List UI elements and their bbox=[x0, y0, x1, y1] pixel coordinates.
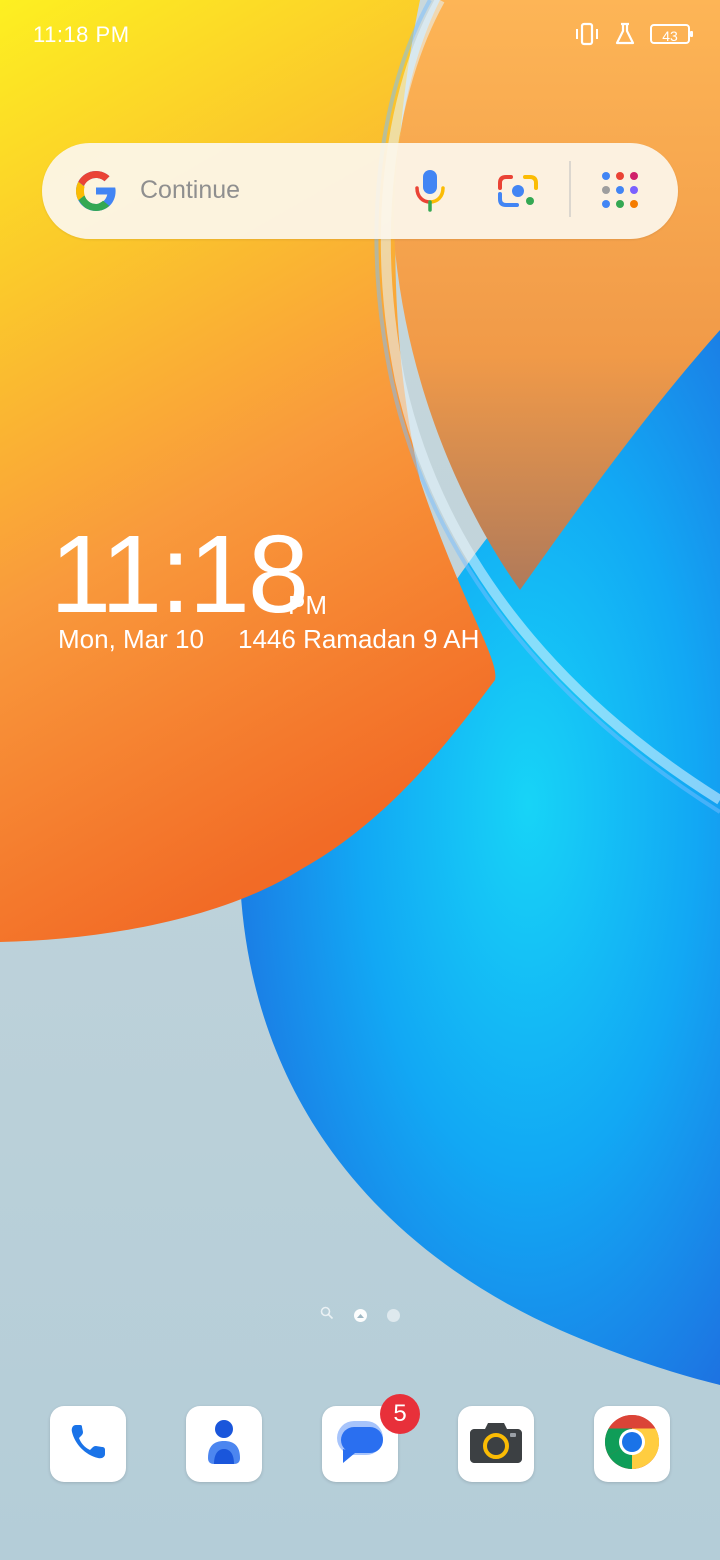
dock-app-phone[interactable] bbox=[50, 1406, 126, 1482]
google-logo-icon bbox=[72, 167, 120, 220]
google-search-widget[interactable]: Continue bbox=[42, 143, 678, 239]
lab-flask-icon bbox=[614, 22, 636, 46]
page-dot[interactable] bbox=[387, 1309, 400, 1322]
dock-app-contacts[interactable] bbox=[186, 1406, 262, 1482]
home-page-indicator-icon[interactable] bbox=[354, 1309, 367, 1322]
page-indicator bbox=[320, 1306, 400, 1325]
clock-ampm: PM bbox=[288, 590, 327, 620]
messages-unread-badge: 5 bbox=[380, 1394, 420, 1434]
vibrate-icon bbox=[574, 22, 600, 46]
chrome-icon bbox=[603, 1413, 661, 1476]
microphone-icon[interactable] bbox=[412, 168, 448, 219]
dock-app-chrome[interactable] bbox=[594, 1406, 670, 1482]
clock-hijri-date: 1446 Ramadan 9 AH bbox=[238, 624, 480, 654]
google-lens-icon[interactable] bbox=[497, 171, 539, 216]
phone-icon bbox=[67, 1421, 109, 1468]
dock-app-messages[interactable]: 5 bbox=[322, 1394, 420, 1482]
clock-widget[interactable]: 11:18 PM Mon, Mar 10 1446 Ramadan 9 AH bbox=[50, 513, 479, 655]
search-divider bbox=[569, 161, 571, 217]
messages-icon bbox=[333, 1417, 387, 1472]
status-bar-time: 11:18 PM bbox=[33, 22, 130, 47]
apps-grid-icon[interactable] bbox=[598, 170, 642, 219]
clock-time: 11:18 bbox=[50, 513, 309, 636]
search-input[interactable]: Continue bbox=[140, 176, 240, 205]
search-page-indicator-icon[interactable] bbox=[320, 1306, 334, 1325]
dock-app-camera[interactable] bbox=[458, 1406, 534, 1482]
camera-icon bbox=[468, 1419, 524, 1470]
clock-date: Mon, Mar 10 bbox=[58, 624, 204, 654]
status-bar-icons: 43 bbox=[574, 22, 693, 46]
battery-icon: 43 bbox=[650, 24, 693, 44]
contacts-icon bbox=[202, 1418, 246, 1471]
